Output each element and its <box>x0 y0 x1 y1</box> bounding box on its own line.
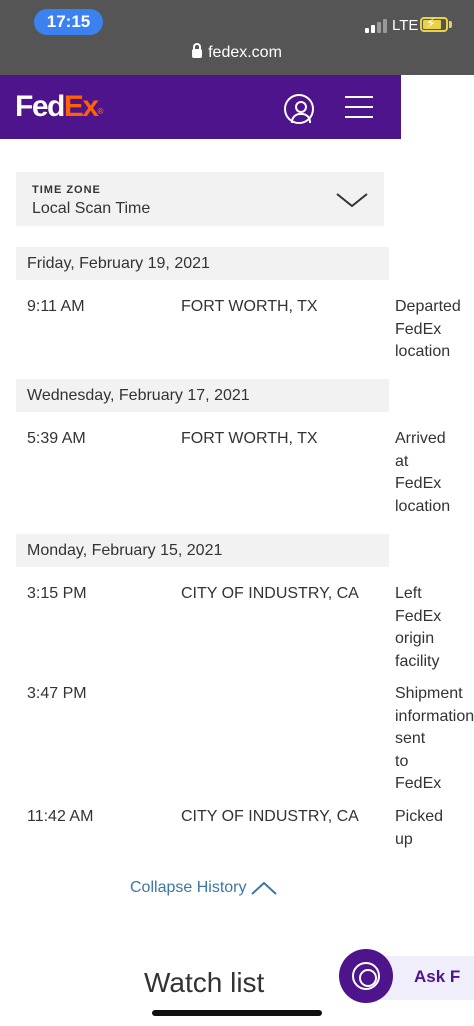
event-status: Shipment information sent to FedEx <box>395 683 474 796</box>
event-location: FORT WORTH, TX <box>181 430 318 447</box>
event-time: 9:11 AM <box>27 298 85 315</box>
home-indicator[interactable] <box>152 1010 322 1016</box>
status-time: 17:15 <box>34 9 103 35</box>
status-line: origin <box>395 630 435 647</box>
status-line: Picked <box>395 808 444 825</box>
status-line: location <box>395 343 451 360</box>
status-line: Departed <box>395 298 461 315</box>
network-type: LTE <box>392 17 419 34</box>
status-line: up <box>395 830 413 848</box>
event-time: 3:15 PM <box>27 585 87 602</box>
event-status: Left FedEx origin facility <box>395 583 473 673</box>
logo-reg: ® <box>97 107 104 116</box>
status-line: to <box>395 752 409 770</box>
time-zone-value: Local Scan Time <box>32 200 151 217</box>
chevron-up-icon[interactable] <box>251 881 277 895</box>
event-time: 5:39 AM <box>27 430 86 447</box>
event-status: Arrived at FedEx location <box>395 428 473 518</box>
event-location: CITY OF INDUSTRY, CA <box>181 808 359 825</box>
status-line: sent <box>395 730 426 747</box>
event-location: FORT WORTH, TX <box>181 298 318 315</box>
event-time: 3:47 PM <box>27 685 87 702</box>
user-account-icon[interactable] <box>284 94 314 124</box>
fedex-logo[interactable]: FedEx® <box>15 90 103 124</box>
event-time: 11:42 AM <box>27 808 94 825</box>
url-bar[interactable]: fedex.com <box>0 43 474 62</box>
chevron-down-icon <box>336 193 368 207</box>
headset-icon <box>352 962 380 990</box>
site-header: FedEx® <box>0 75 401 139</box>
collapse-history-link[interactable]: Collapse History <box>130 879 246 897</box>
status-line: facility <box>395 652 440 670</box>
ask-fedex-label[interactable]: Ask F <box>414 967 460 987</box>
time-zone-label: TIME ZONE <box>32 184 101 196</box>
event-status: Departed FedEx location <box>395 296 473 364</box>
signal-icon <box>365 19 387 33</box>
event-location: CITY OF INDUSTRY, CA <box>181 585 359 602</box>
status-line: FedEx <box>395 320 442 338</box>
lock-icon <box>192 43 203 58</box>
watch-list-title: Watch list <box>144 967 265 998</box>
battery-nub <box>449 21 452 28</box>
event-status: Picked up <box>395 806 473 851</box>
logo-ex: Ex <box>63 90 99 123</box>
hamburger-menu-icon[interactable] <box>345 96 373 118</box>
day-header: Friday, February 19, 2021 <box>16 247 389 280</box>
status-line: information <box>395 707 474 725</box>
status-line: FedEx <box>395 607 442 625</box>
status-line: Arrived <box>395 430 446 447</box>
day-header: Monday, February 15, 2021 <box>16 534 389 567</box>
charging-bolt-icon: ⚡ <box>426 15 436 31</box>
status-line: Left <box>395 585 422 602</box>
logo-fed: Fed <box>15 90 65 123</box>
day-header: Wednesday, February 17, 2021 <box>16 379 389 412</box>
url-text: fedex.com <box>208 44 282 61</box>
status-line: at <box>395 452 409 470</box>
status-line: FedEx <box>395 775 442 792</box>
status-line: Shipment <box>395 685 463 702</box>
time-zone-select[interactable]: TIME ZONE Local Scan Time <box>16 172 384 226</box>
status-line: FedEx <box>395 475 442 492</box>
status-line: location <box>395 497 451 515</box>
status-bar: 17:15 LTE ⚡ fedex.com <box>0 0 474 75</box>
